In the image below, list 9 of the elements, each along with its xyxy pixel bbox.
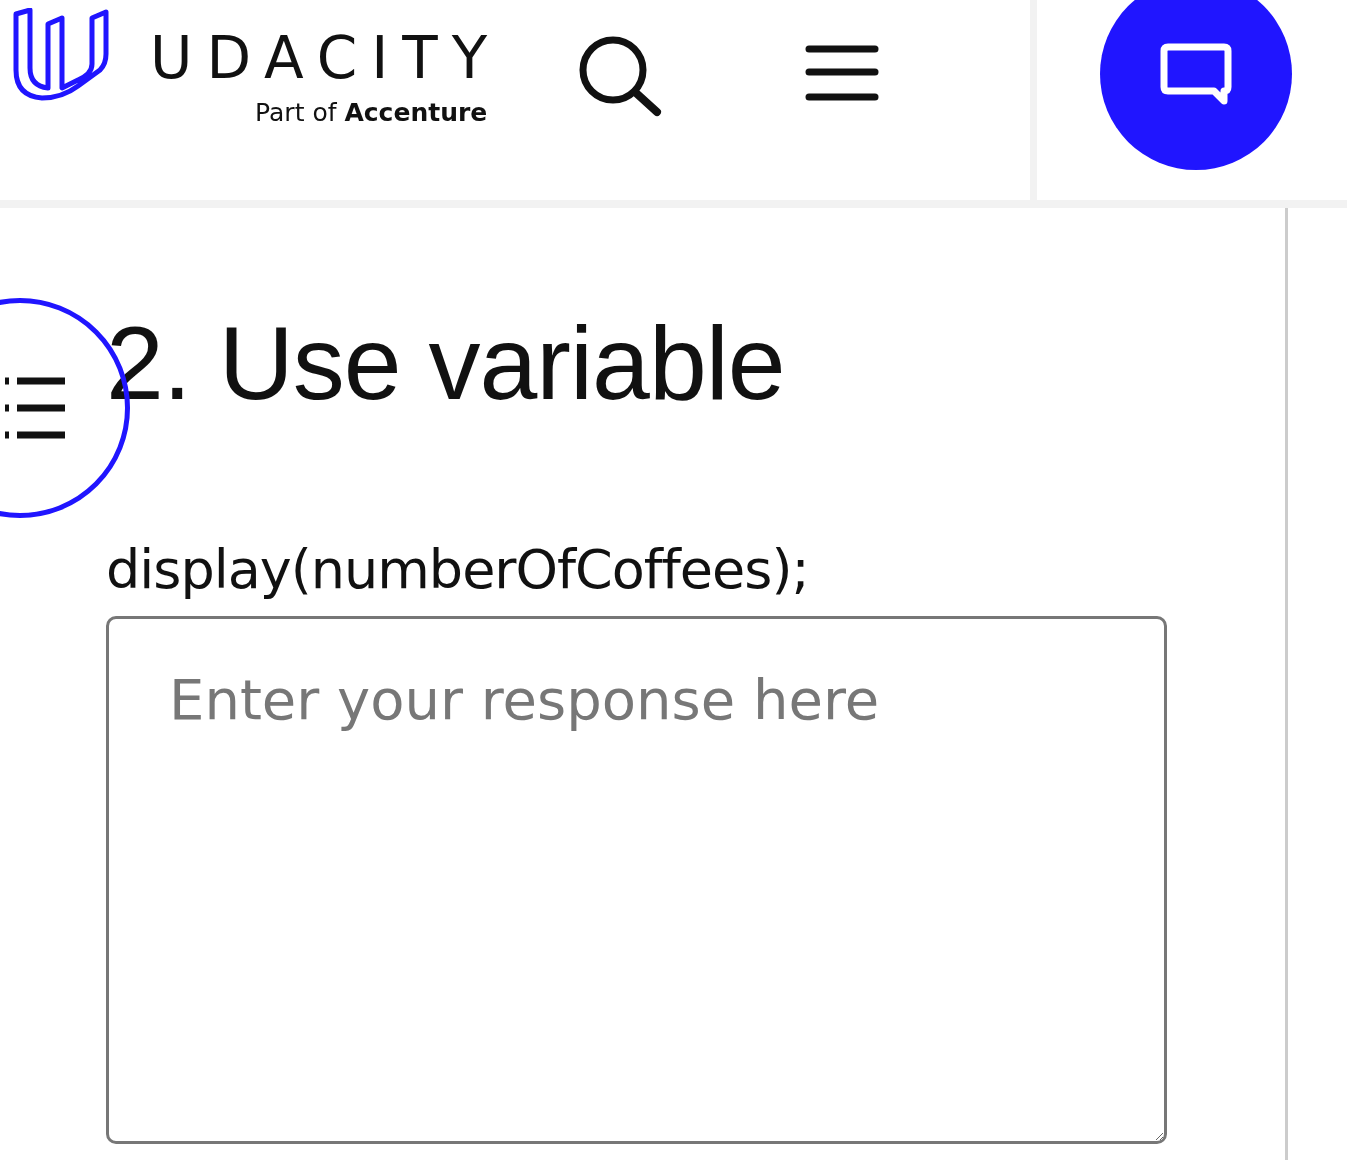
menu-icon[interactable] [805, 44, 880, 104]
chat-icon [1158, 41, 1234, 107]
response-field[interactable]: Enter your response here [106, 616, 1167, 1144]
logo-icon [12, 8, 110, 102]
list-icon [5, 375, 67, 441]
code-prompt: display(numberOfCoffees); [106, 538, 810, 602]
logo-wordmark: UDACITY [150, 26, 502, 90]
logo-tagline: Part of Accenture [255, 98, 488, 128]
search-icon[interactable] [577, 34, 664, 118]
